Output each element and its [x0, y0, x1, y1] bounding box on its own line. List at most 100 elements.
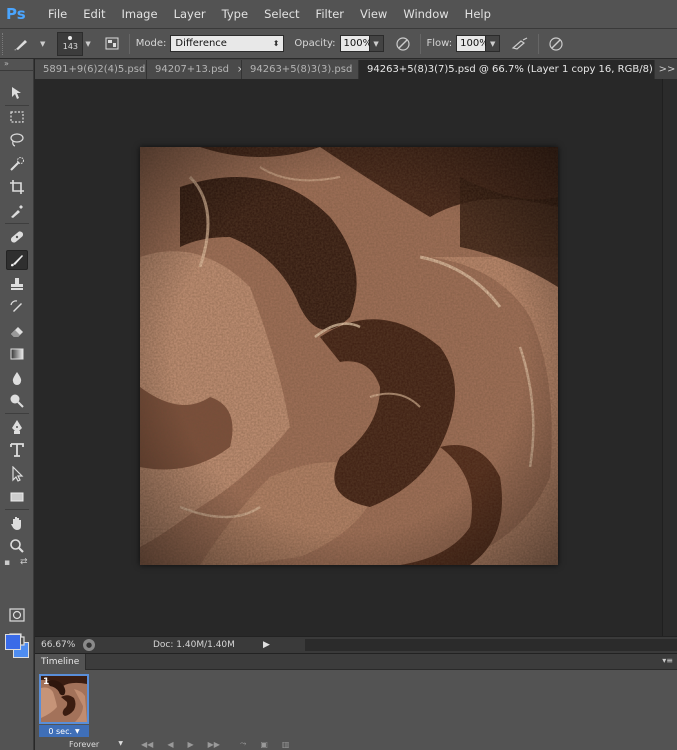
- document-tab-label: 5891+9(6)2(4)5.psd: [43, 64, 146, 75]
- mode-value: Difference: [175, 38, 227, 49]
- zoom-icon[interactable]: [6, 536, 28, 556]
- brush-preset-picker[interactable]: 143: [57, 31, 84, 56]
- default-colors-icon[interactable]: ▪: [4, 558, 10, 568]
- options-separator: [128, 33, 130, 54]
- duplicate-frame-icon[interactable]: ▣: [260, 740, 268, 749]
- menu-file[interactable]: File: [40, 0, 75, 29]
- lasso-icon[interactable]: [6, 130, 28, 150]
- tween-icon[interactable]: ⤳: [240, 739, 246, 749]
- gradient-icon[interactable]: [6, 344, 28, 364]
- swap-colors-icon[interactable]: ⇄: [20, 557, 28, 567]
- mode-label: Mode:: [135, 38, 167, 49]
- flow-slider-toggle[interactable]: ▼: [486, 35, 501, 52]
- opacity-label: Opacity:: [294, 38, 336, 49]
- document-tab-label: 94263+5(8)3(3).psd: [250, 64, 353, 75]
- tool-preset-dropdown-icon[interactable]: ▼: [40, 40, 45, 48]
- menu-select[interactable]: Select: [256, 0, 307, 29]
- first-frame-icon[interactable]: ◀◀: [141, 740, 153, 749]
- menu-edit[interactable]: Edit: [75, 0, 113, 29]
- tool-separator: [5, 105, 29, 106]
- document-tab-label: 94263+5(8)3(7)5.psd @ 66.7% (Layer 1 cop…: [367, 64, 653, 75]
- eraser-icon[interactable]: [6, 321, 28, 341]
- menu-help[interactable]: Help: [457, 0, 499, 29]
- delete-frame-icon[interactable]: ▥: [282, 740, 290, 749]
- tab-overflow-icon[interactable]: >>: [657, 60, 677, 79]
- play-icon[interactable]: ▶: [187, 740, 193, 749]
- hand-icon[interactable]: [6, 513, 28, 533]
- panel-menu-icon[interactable]: ▾≡: [662, 656, 673, 665]
- vertical-scrollbar[interactable]: [662, 79, 677, 636]
- pen-icon[interactable]: [6, 417, 28, 437]
- frame-delay-value: 0 sec.: [48, 726, 73, 736]
- quick-select-icon[interactable]: [6, 154, 28, 174]
- frame-number: 1: [43, 677, 50, 687]
- path-select-icon[interactable]: [6, 464, 28, 484]
- timeline-tab[interactable]: Timeline: [35, 654, 87, 670]
- eyedropper-icon[interactable]: [6, 201, 28, 221]
- tool-separator: [5, 509, 29, 510]
- crop-icon[interactable]: [6, 177, 28, 197]
- chevron-up-down-icon: ⬍: [272, 39, 280, 48]
- type-icon[interactable]: [6, 440, 28, 460]
- pressure-opacity-icon[interactable]: [392, 36, 414, 52]
- options-separator: [538, 33, 540, 54]
- photoshop-logo-icon: Ps: [6, 5, 26, 23]
- menu-layer[interactable]: Layer: [166, 0, 214, 29]
- document-tab[interactable]: 94263+5(8)3(3).psd ×: [242, 60, 359, 79]
- airbrush-icon[interactable]: [508, 36, 532, 51]
- flow-value: 100%: [460, 38, 489, 49]
- previous-frame-icon[interactable]: ◀: [167, 740, 173, 749]
- artwork-image: [140, 147, 558, 565]
- zoom-level[interactable]: 66.67%: [35, 640, 81, 650]
- loop-select[interactable]: Forever ▼: [69, 740, 127, 749]
- blur-icon[interactable]: [6, 368, 28, 388]
- menu-type[interactable]: Type: [214, 0, 256, 29]
- document-tab-active[interactable]: 94263+5(8)3(7)5.psd @ 66.7% (Layer 1 cop…: [359, 60, 655, 79]
- menu-image[interactable]: Image: [114, 0, 166, 29]
- brush-tip-icon: [68, 36, 73, 40]
- menu-bar: Ps File Edit Image Layer Type Select Fil…: [0, 0, 677, 29]
- history-brush-icon[interactable]: [6, 297, 28, 317]
- brush-size: 143: [62, 42, 79, 51]
- foreground-color-swatch[interactable]: [5, 634, 21, 650]
- document-tab[interactable]: 94207+13.psd ×: [147, 60, 242, 79]
- timeline-panel-header: Timeline ▾≡: [35, 653, 677, 670]
- move-icon[interactable]: [6, 83, 28, 103]
- menu-view[interactable]: View: [352, 0, 395, 29]
- brush-icon[interactable]: [6, 250, 28, 270]
- frame-delay-select[interactable]: 0 sec. ▼: [39, 725, 89, 737]
- healing-icon[interactable]: [6, 227, 28, 247]
- opacity-slider-toggle[interactable]: ▼: [369, 35, 384, 52]
- document-tab[interactable]: 5891+9(6)2(4)5.psd ×: [35, 60, 147, 79]
- next-frame-icon[interactable]: ▶▶: [208, 740, 220, 749]
- opacity-field[interactable]: 100%: [339, 35, 373, 52]
- menu-filter[interactable]: Filter: [308, 0, 352, 29]
- quick-mask-icon[interactable]: [6, 605, 28, 625]
- timeline-panel: 1 0 sec. ▼ Forever ▼ ◀◀ ◀ ▶ ▶▶ ⤳ ▣ ▥: [35, 670, 677, 750]
- menu-window[interactable]: Window: [395, 0, 456, 29]
- toolbox: » ▪ ⇄: [0, 59, 34, 750]
- dodge-icon[interactable]: [6, 391, 28, 411]
- pressure-size-icon[interactable]: [545, 36, 567, 52]
- toolbox-collapse-icon[interactable]: »: [0, 59, 33, 71]
- opacity-value: 100%: [343, 38, 373, 49]
- brush-preset-dropdown-icon[interactable]: ▼: [85, 40, 90, 48]
- brush-panel-toggle-icon[interactable]: [101, 37, 123, 50]
- document-tab-label: 94207+13.psd: [155, 64, 229, 75]
- chevron-down-icon: ▼: [75, 727, 80, 735]
- tool-separator: [5, 413, 29, 414]
- mode-select[interactable]: Difference ⬍: [170, 35, 285, 52]
- flow-label: Flow:: [426, 38, 453, 49]
- play-arrow-icon[interactable]: ▶: [263, 640, 270, 650]
- horizontal-scrollbar[interactable]: [305, 639, 677, 651]
- canvas-area[interactable]: [35, 79, 662, 636]
- shape-icon[interactable]: [6, 487, 28, 507]
- tool-preset-brush-icon[interactable]: [8, 37, 36, 51]
- marquee-icon[interactable]: [6, 107, 28, 127]
- flow-field[interactable]: 100%: [456, 35, 489, 52]
- document-tab-bar: 5891+9(6)2(4)5.psd × 94207+13.psd × 9426…: [35, 59, 677, 79]
- animation-frame[interactable]: 1: [39, 674, 89, 724]
- status-info-icon[interactable]: ●: [83, 639, 95, 651]
- stamp-icon[interactable]: [6, 274, 28, 294]
- document-image[interactable]: [140, 147, 558, 565]
